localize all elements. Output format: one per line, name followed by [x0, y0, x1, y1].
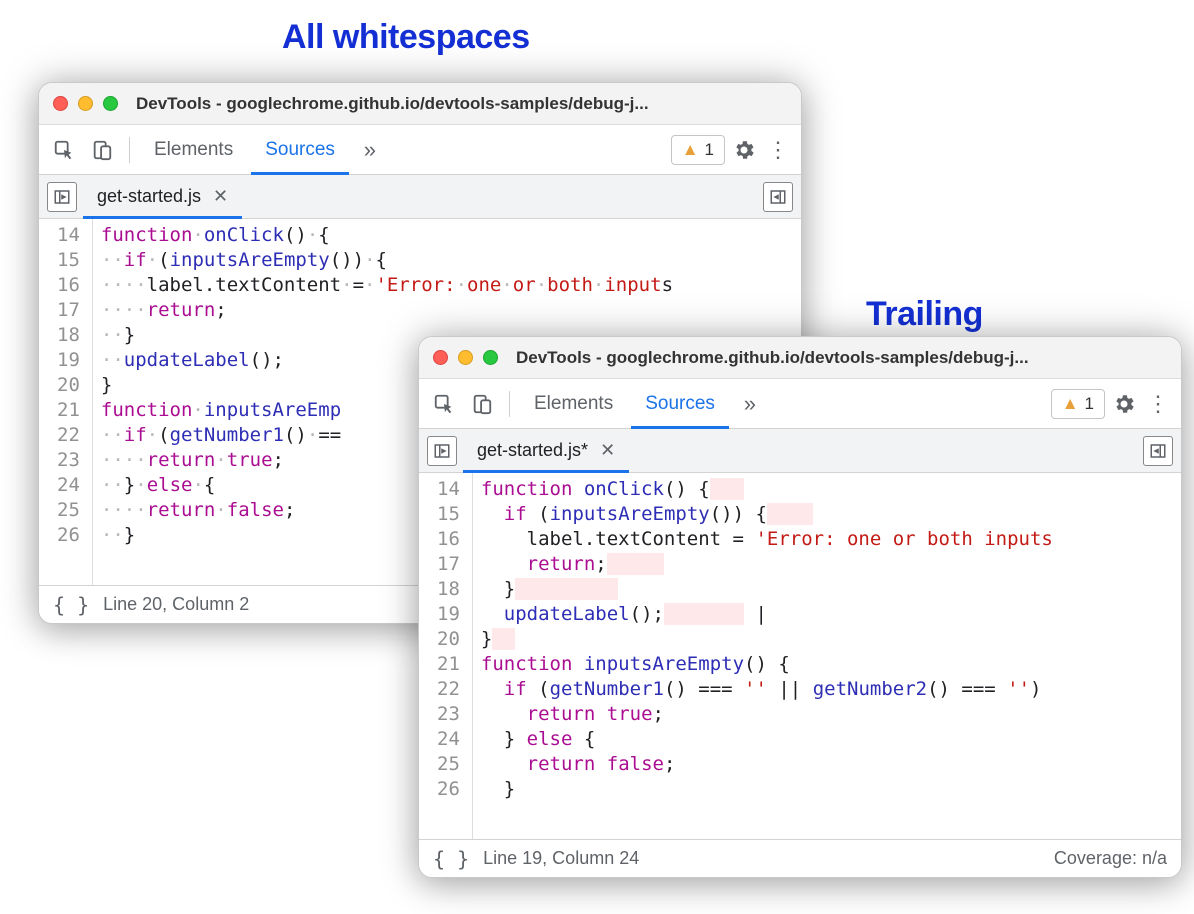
device-toolbar-icon[interactable] — [465, 387, 499, 421]
device-toolbar-icon[interactable] — [85, 133, 119, 167]
maximize-window-button[interactable] — [483, 350, 498, 365]
close-window-button[interactable] — [53, 96, 68, 111]
window-titlebar: DevTools - googlechrome.github.io/devtoo… — [39, 83, 801, 125]
annotation-trailing: Trailing — [866, 295, 983, 334]
show-navigator-icon[interactable] — [47, 182, 77, 212]
more-tabs-icon[interactable]: » — [733, 387, 767, 421]
editor-statusbar: { } Line 19, Column 24 Coverage: n/a — [419, 839, 1181, 877]
window-titlebar: DevTools - googlechrome.github.io/devtoo… — [419, 337, 1181, 379]
coverage-status: Coverage: n/a — [1054, 848, 1167, 869]
divider — [509, 391, 510, 417]
devtools-window-trailing: DevTools - googlechrome.github.io/devtoo… — [418, 336, 1182, 878]
warnings-badge[interactable]: ▲ 1 — [1051, 389, 1105, 419]
code-editor[interactable]: 14151617181920212223242526 function onCl… — [419, 473, 1181, 839]
code-content[interactable]: function onClick() { if (inputsAreEmpty(… — [473, 473, 1053, 839]
customize-menu-icon[interactable]: ⋮ — [763, 137, 793, 163]
devtools-tabbar: Elements Sources » ▲ 1 ⋮ — [419, 379, 1181, 429]
line-number-gutter: 14151617181920212223242526 — [419, 473, 473, 839]
traffic-lights — [433, 350, 498, 365]
warning-icon: ▲ — [1062, 394, 1079, 414]
customize-menu-icon[interactable]: ⋮ — [1143, 391, 1173, 417]
close-tab-icon[interactable]: ✕ — [600, 440, 615, 461]
file-tab-label: get-started.js* — [477, 440, 588, 461]
cursor-position: Line 20, Column 2 — [103, 594, 249, 615]
show-debugger-icon[interactable] — [1143, 436, 1173, 466]
settings-icon[interactable] — [729, 138, 759, 162]
divider — [129, 137, 130, 163]
tab-elements[interactable]: Elements — [140, 125, 247, 175]
minimize-window-button[interactable] — [458, 350, 473, 365]
minimize-window-button[interactable] — [78, 96, 93, 111]
traffic-lights — [53, 96, 118, 111]
file-tab-get-started[interactable]: get-started.js ✕ — [83, 175, 242, 219]
tab-elements[interactable]: Elements — [520, 379, 627, 429]
warning-count: 1 — [705, 140, 714, 160]
devtools-tabbar: Elements Sources » ▲ 1 ⋮ — [39, 125, 801, 175]
window-title: DevTools - googlechrome.github.io/devtoo… — [136, 94, 787, 114]
tab-sources[interactable]: Sources — [631, 379, 729, 429]
close-window-button[interactable] — [433, 350, 448, 365]
window-title: DevTools - googlechrome.github.io/devtoo… — [516, 348, 1167, 368]
settings-icon[interactable] — [1109, 392, 1139, 416]
more-tabs-icon[interactable]: » — [353, 133, 387, 167]
warnings-badge[interactable]: ▲ 1 — [671, 135, 725, 165]
warning-icon: ▲ — [682, 140, 699, 160]
show-debugger-icon[interactable] — [763, 182, 793, 212]
pretty-print-icon[interactable]: { } — [53, 593, 89, 617]
line-number-gutter: 14151617181920212223242526 — [39, 219, 93, 585]
show-navigator-icon[interactable] — [427, 436, 457, 466]
file-tab-get-started[interactable]: get-started.js* ✕ — [463, 429, 629, 473]
close-tab-icon[interactable]: ✕ — [213, 186, 228, 207]
sources-file-tabbar: get-started.js* ✕ — [419, 429, 1181, 473]
inspect-element-icon[interactable] — [47, 133, 81, 167]
sources-file-tabbar: get-started.js ✕ — [39, 175, 801, 219]
inspect-element-icon[interactable] — [427, 387, 461, 421]
file-tab-label: get-started.js — [97, 186, 201, 207]
cursor-position: Line 19, Column 24 — [483, 848, 639, 869]
pretty-print-icon[interactable]: { } — [433, 847, 469, 871]
annotation-all-whitespaces: All whitespaces — [282, 18, 530, 57]
tab-sources[interactable]: Sources — [251, 125, 349, 175]
warning-count: 1 — [1085, 394, 1094, 414]
maximize-window-button[interactable] — [103, 96, 118, 111]
